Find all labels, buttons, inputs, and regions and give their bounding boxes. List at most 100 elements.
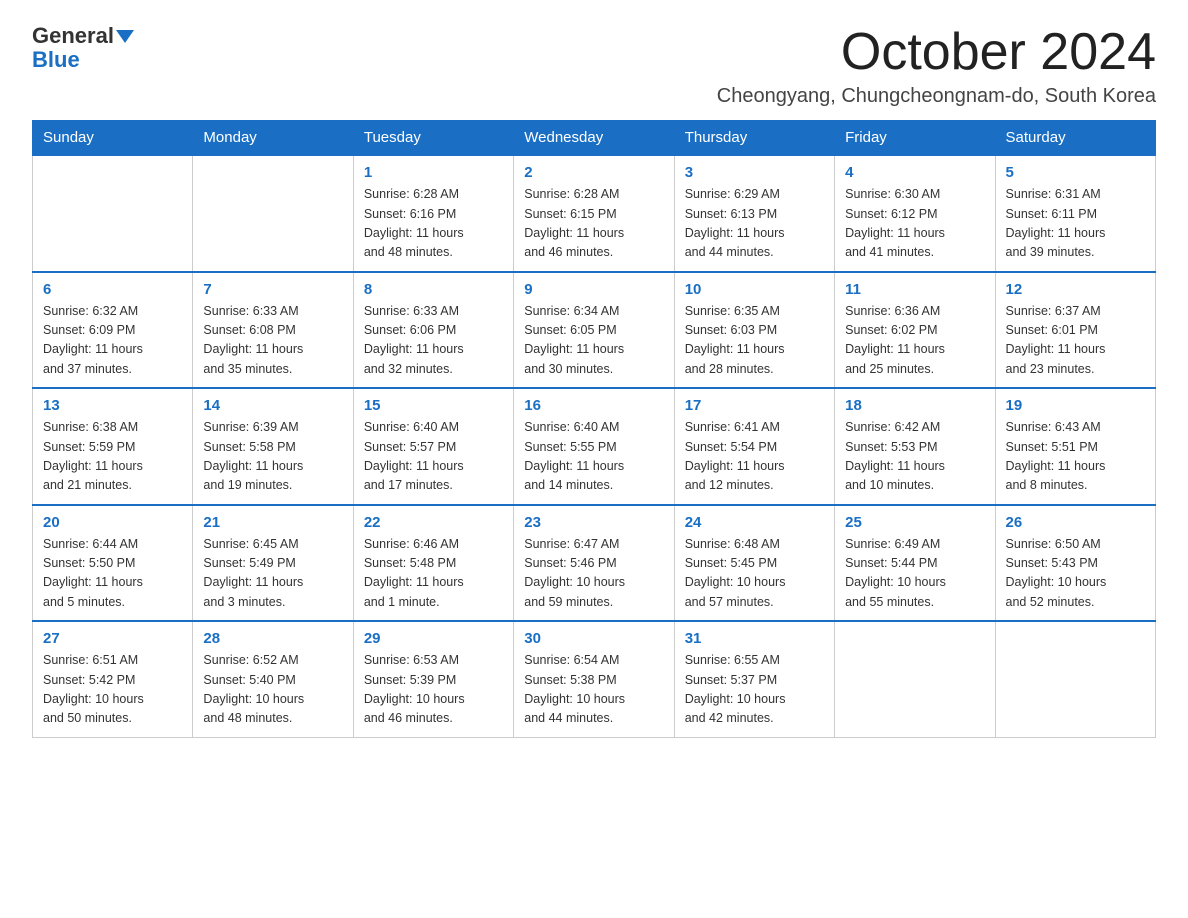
day-number: 8 (364, 281, 503, 298)
day-number: 16 (524, 397, 663, 414)
day-info: Sunrise: 6:50 AMSunset: 5:43 PMDaylight:… (1006, 535, 1145, 613)
logo: General Blue (32, 24, 134, 72)
day-number: 27 (43, 630, 182, 647)
day-number: 29 (364, 630, 503, 647)
day-number: 3 (685, 164, 824, 181)
calendar-cell (193, 155, 353, 272)
calendar-cell: 19 Sunrise: 6:43 AMSunset: 5:51 PMDayligh… (995, 388, 1155, 505)
day-info: Sunrise: 6:33 AMSunset: 6:06 PMDaylight:… (364, 302, 503, 380)
day-info: Sunrise: 6:38 AMSunset: 5:59 PMDaylight:… (43, 418, 182, 496)
calendar-cell: 27 Sunrise: 6:51 AMSunset: 5:42 PMDayligh… (33, 621, 193, 737)
calendar-cell: 28 Sunrise: 6:52 AMSunset: 5:40 PMDayligh… (193, 621, 353, 737)
day-number: 26 (1006, 514, 1145, 531)
calendar-cell: 2 Sunrise: 6:28 AMSunset: 6:15 PMDaylight… (514, 155, 674, 272)
header-wednesday: Wednesday (514, 121, 674, 156)
day-info: Sunrise: 6:41 AMSunset: 5:54 PMDaylight:… (685, 418, 824, 496)
day-info: Sunrise: 6:52 AMSunset: 5:40 PMDaylight:… (203, 651, 342, 729)
day-number: 20 (43, 514, 182, 531)
logo-blue-text: Blue (32, 48, 80, 72)
calendar-cell: 21Sunrise: 6:45 AMSunset: 5:49 PMDayligh… (193, 505, 353, 622)
calendar-cell: 18 Sunrise: 6:42 AMSunset: 5:53 PMDayligh… (835, 388, 995, 505)
day-number: 2 (524, 164, 663, 181)
calendar-cell: 6Sunrise: 6:32 AMSunset: 6:09 PMDaylight… (33, 272, 193, 389)
calendar-cell: 13Sunrise: 6:38 AMSunset: 5:59 PMDayligh… (33, 388, 193, 505)
calendar-cell: 8 Sunrise: 6:33 AMSunset: 6:06 PMDaylight… (353, 272, 513, 389)
day-info: Sunrise: 6:54 AMSunset: 5:38 PMDaylight:… (524, 651, 663, 729)
day-info: Sunrise: 6:53 AMSunset: 5:39 PMDaylight:… (364, 651, 503, 729)
day-info: Sunrise: 6:55 AMSunset: 5:37 PMDaylight:… (685, 651, 824, 729)
week-row-3: 13Sunrise: 6:38 AMSunset: 5:59 PMDayligh… (33, 388, 1156, 505)
calendar-cell: 14 Sunrise: 6:39 AMSunset: 5:58 PMDayligh… (193, 388, 353, 505)
day-number: 7 (203, 281, 342, 298)
calendar-cell: 15Sunrise: 6:40 AMSunset: 5:57 PMDayligh… (353, 388, 513, 505)
day-info: Sunrise: 6:35 AMSunset: 6:03 PMDaylight:… (685, 302, 824, 380)
day-number: 31 (685, 630, 824, 647)
day-number: 23 (524, 514, 663, 531)
day-number: 25 (845, 514, 984, 531)
calendar-cell: 31 Sunrise: 6:55 AMSunset: 5:37 PMDayligh… (674, 621, 834, 737)
day-number: 19 (1006, 397, 1145, 414)
day-info: Sunrise: 6:33 AMSunset: 6:08 PMDaylight:… (203, 302, 342, 380)
day-info: Sunrise: 6:39 AMSunset: 5:58 PMDaylight:… (203, 418, 342, 496)
calendar-cell: 20 Sunrise: 6:44 AMSunset: 5:50 PMDayligh… (33, 505, 193, 622)
calendar-cell: 1 Sunrise: 6:28 AMSunset: 6:16 PMDaylight… (353, 155, 513, 272)
logo-general-text: General (32, 24, 114, 48)
calendar-cell: 12Sunrise: 6:37 AMSunset: 6:01 PMDayligh… (995, 272, 1155, 389)
day-number: 28 (203, 630, 342, 647)
day-info: Sunrise: 6:30 AMSunset: 6:12 PMDaylight:… (845, 185, 984, 263)
day-number: 24 (685, 514, 824, 531)
day-info: Sunrise: 6:28 AMSunset: 6:15 PMDaylight:… (524, 185, 663, 263)
week-row-4: 20 Sunrise: 6:44 AMSunset: 5:50 PMDayligh… (33, 505, 1156, 622)
header-saturday: Saturday (995, 121, 1155, 156)
calendar-cell: 26 Sunrise: 6:50 AMSunset: 5:43 PMDayligh… (995, 505, 1155, 622)
day-info: Sunrise: 6:46 AMSunset: 5:48 PMDaylight:… (364, 535, 503, 613)
day-info: Sunrise: 6:43 AMSunset: 5:51 PMDaylight:… (1006, 418, 1145, 496)
calendar-cell (835, 621, 995, 737)
calendar-cell: 25 Sunrise: 6:49 AMSunset: 5:44 PMDayligh… (835, 505, 995, 622)
day-info: Sunrise: 6:42 AMSunset: 5:53 PMDaylight:… (845, 418, 984, 496)
calendar-table: Sunday Monday Tuesday Wednesday Thursday… (32, 120, 1156, 738)
day-number: 12 (1006, 281, 1145, 298)
calendar-cell: 3 Sunrise: 6:29 AMSunset: 6:13 PMDaylight… (674, 155, 834, 272)
header-tuesday: Tuesday (353, 121, 513, 156)
day-number: 22 (364, 514, 503, 531)
week-row-1: 1 Sunrise: 6:28 AMSunset: 6:16 PMDaylight… (33, 155, 1156, 272)
header-thursday: Thursday (674, 121, 834, 156)
day-number: 5 (1006, 164, 1145, 181)
day-number: 17 (685, 397, 824, 414)
calendar-cell: 16Sunrise: 6:40 AMSunset: 5:55 PMDayligh… (514, 388, 674, 505)
days-header-row: Sunday Monday Tuesday Wednesday Thursday… (33, 121, 1156, 156)
day-number: 11 (845, 281, 984, 298)
calendar-cell: 24Sunrise: 6:48 AMSunset: 5:45 PMDayligh… (674, 505, 834, 622)
week-row-2: 6Sunrise: 6:32 AMSunset: 6:09 PMDaylight… (33, 272, 1156, 389)
calendar-cell: 7 Sunrise: 6:33 AMSunset: 6:08 PMDaylight… (193, 272, 353, 389)
day-info: Sunrise: 6:36 AMSunset: 6:02 PMDaylight:… (845, 302, 984, 380)
calendar-cell: 17 Sunrise: 6:41 AMSunset: 5:54 PMDayligh… (674, 388, 834, 505)
title-section: October 2024 Cheongyang, Chungcheongnam-… (717, 24, 1156, 108)
day-info: Sunrise: 6:31 AMSunset: 6:11 PMDaylight:… (1006, 185, 1145, 263)
day-info: Sunrise: 6:44 AMSunset: 5:50 PMDaylight:… (43, 535, 182, 613)
day-number: 21 (203, 514, 342, 531)
calendar-cell: 22 Sunrise: 6:46 AMSunset: 5:48 PMDayligh… (353, 505, 513, 622)
day-info: Sunrise: 6:29 AMSunset: 6:13 PMDaylight:… (685, 185, 824, 263)
header-friday: Friday (835, 121, 995, 156)
location-title: Cheongyang, Chungcheongnam-do, South Kor… (717, 85, 1156, 108)
day-number: 1 (364, 164, 503, 181)
day-number: 14 (203, 397, 342, 414)
day-info: Sunrise: 6:51 AMSunset: 5:42 PMDaylight:… (43, 651, 182, 729)
logo-triangle-icon (116, 30, 134, 43)
day-number: 18 (845, 397, 984, 414)
calendar-cell: 23Sunrise: 6:47 AMSunset: 5:46 PMDayligh… (514, 505, 674, 622)
day-number: 6 (43, 281, 182, 298)
day-number: 9 (524, 281, 663, 298)
calendar-cell: 9Sunrise: 6:34 AMSunset: 6:05 PMDaylight… (514, 272, 674, 389)
day-info: Sunrise: 6:49 AMSunset: 5:44 PMDaylight:… (845, 535, 984, 613)
calendar-cell: 30Sunrise: 6:54 AMSunset: 5:38 PMDayligh… (514, 621, 674, 737)
calendar-cell (33, 155, 193, 272)
calendar-cell: 10Sunrise: 6:35 AMSunset: 6:03 PMDayligh… (674, 272, 834, 389)
header-sunday: Sunday (33, 121, 193, 156)
day-info: Sunrise: 6:28 AMSunset: 6:16 PMDaylight:… (364, 185, 503, 263)
month-title: October 2024 (717, 24, 1156, 81)
calendar-cell (995, 621, 1155, 737)
page-header: General Blue October 2024 Cheongyang, Ch… (32, 24, 1156, 108)
